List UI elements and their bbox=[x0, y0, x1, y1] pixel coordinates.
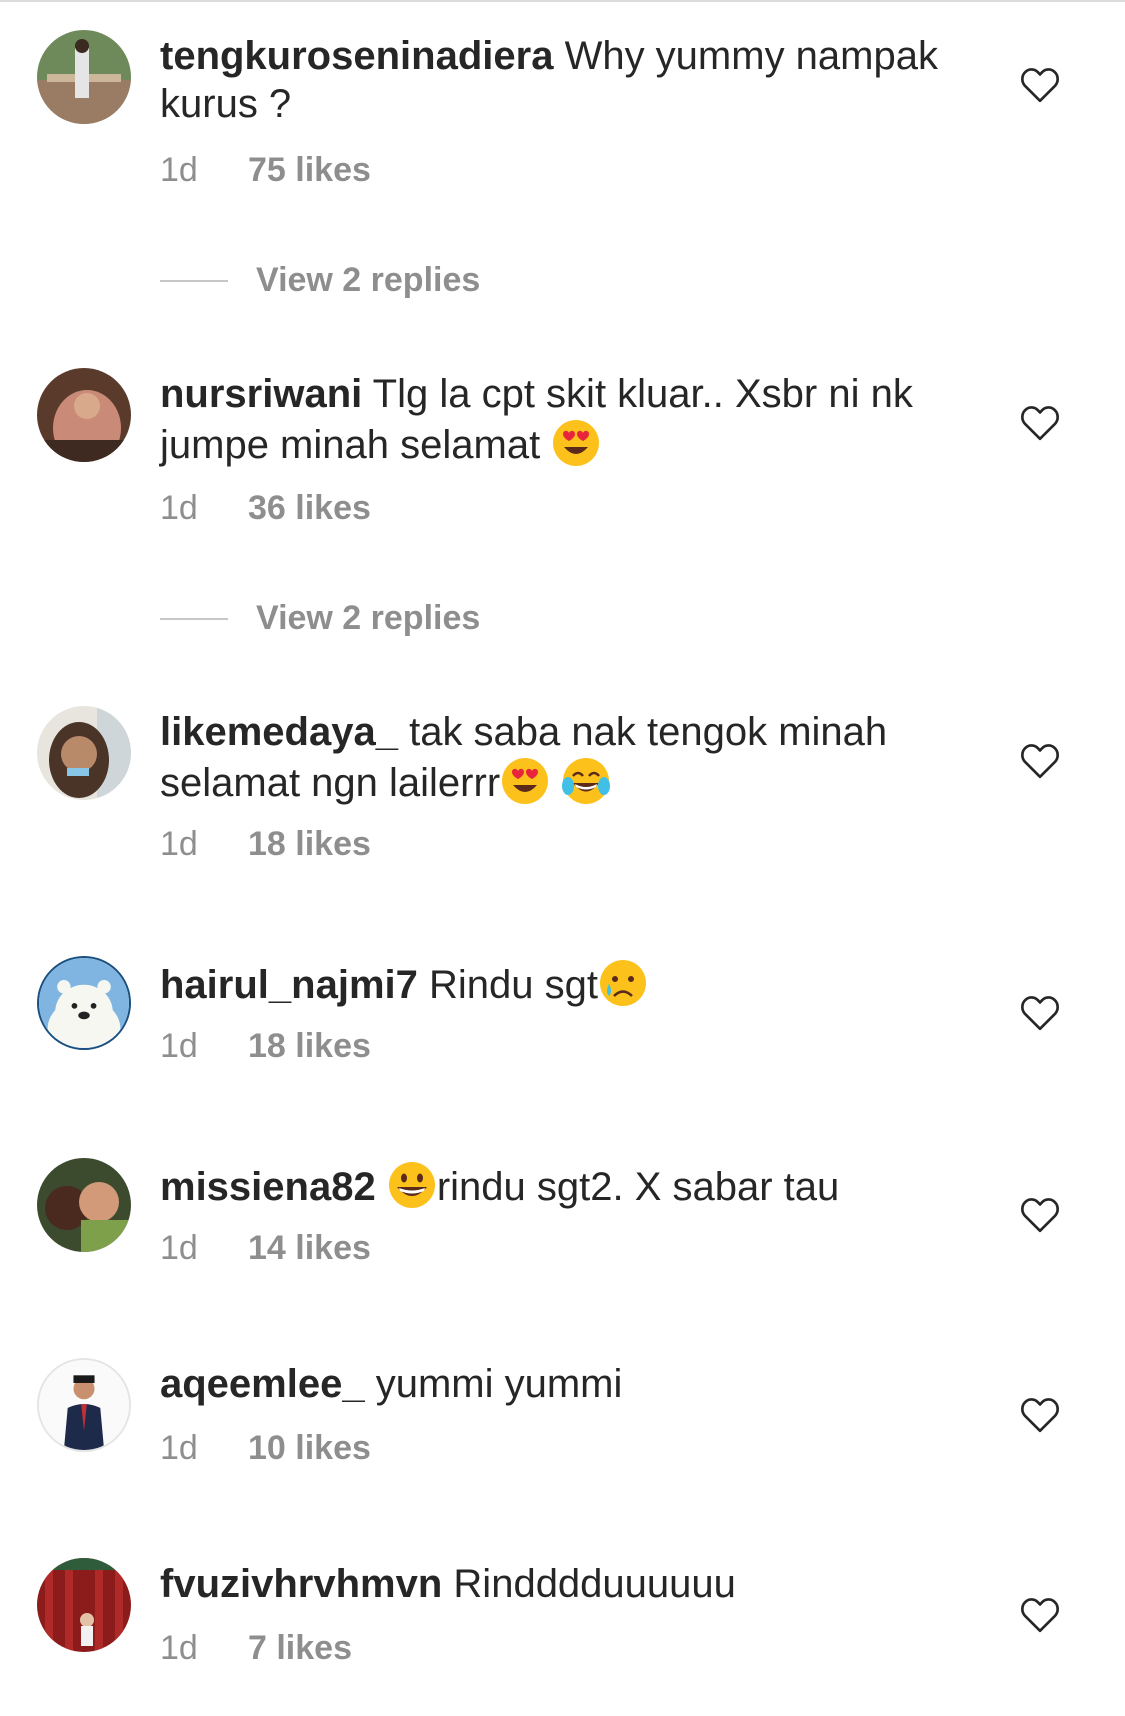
username[interactable]: likemedaya_ bbox=[160, 710, 398, 754]
view-replies-label[interactable]: View 2 replies bbox=[256, 260, 480, 300]
heart-outline-icon[interactable] bbox=[1020, 742, 1060, 780]
comment-text: fvuzivhrvhmvn Rindddduuuuuu bbox=[160, 1560, 950, 1608]
comment-text: tengkuroseninadiera Why yummy nampak kur… bbox=[160, 32, 950, 128]
timestamp: 1d bbox=[160, 1229, 198, 1267]
avatar[interactable] bbox=[37, 368, 131, 462]
heart-outline-icon[interactable] bbox=[1020, 66, 1060, 104]
grinning-face-emoji bbox=[387, 1160, 437, 1210]
comment-text: aqeemlee_ yummi yummi bbox=[160, 1360, 950, 1408]
comment-meta: 1d 18 likes bbox=[160, 1026, 371, 1066]
like-count[interactable]: 18 likes bbox=[248, 825, 371, 863]
comment-text: nursriwani Tlg la cpt skit kluar.. Xsbr … bbox=[160, 370, 950, 469]
username[interactable]: hairul_najmi7 bbox=[160, 963, 418, 1007]
avatar[interactable] bbox=[37, 1358, 131, 1452]
avatar[interactable] bbox=[37, 706, 131, 800]
comment-meta: 1d 75 likes bbox=[160, 150, 371, 190]
timestamp: 1d bbox=[160, 489, 198, 527]
top-divider bbox=[0, 0, 1125, 2]
tears-of-joy-emoji bbox=[561, 756, 611, 806]
avatar[interactable] bbox=[37, 1158, 131, 1252]
username[interactable]: tengkuroseninadiera bbox=[160, 34, 553, 78]
username[interactable]: missiena82 bbox=[160, 1165, 376, 1209]
heart-outline-icon[interactable] bbox=[1020, 404, 1060, 442]
view-replies-label[interactable]: View 2 replies bbox=[256, 598, 480, 638]
heart-outline-icon[interactable] bbox=[1020, 1596, 1060, 1634]
like-count[interactable]: 10 likes bbox=[248, 1429, 371, 1467]
comment-meta: 1d 18 likes bbox=[160, 824, 371, 864]
timestamp: 1d bbox=[160, 1629, 198, 1667]
comment-body: Rindddduuuuuu bbox=[453, 1562, 736, 1606]
comment-body: yummi yummi bbox=[375, 1362, 623, 1406]
comment-body: Rindu sgt bbox=[429, 963, 598, 1007]
like-count[interactable]: 18 likes bbox=[248, 1027, 371, 1065]
avatar[interactable] bbox=[37, 956, 131, 1050]
timestamp: 1d bbox=[160, 825, 198, 863]
heart-eyes-emoji bbox=[551, 418, 601, 468]
heart-eyes-emoji bbox=[500, 756, 550, 806]
avatar[interactable] bbox=[37, 30, 131, 124]
comment-meta: 1d 7 likes bbox=[160, 1628, 352, 1668]
comment-body: rindu sgt2. X sabar tau bbox=[436, 1165, 840, 1209]
like-count[interactable]: 7 likes bbox=[248, 1629, 352, 1667]
replies-divider bbox=[160, 280, 228, 282]
like-count[interactable]: 14 likes bbox=[248, 1229, 371, 1267]
comment-text: hairul_najmi7 Rindu sgt bbox=[160, 958, 950, 1009]
replies-divider bbox=[160, 618, 228, 620]
comment-meta: 1d 10 likes bbox=[160, 1428, 371, 1468]
heart-outline-icon[interactable] bbox=[1020, 994, 1060, 1032]
username[interactable]: nursriwani bbox=[160, 372, 362, 416]
comment-meta: 1d 14 likes bbox=[160, 1228, 371, 1268]
timestamp: 1d bbox=[160, 1429, 198, 1467]
avatar[interactable] bbox=[37, 1558, 131, 1652]
username[interactable]: fvuzivhrvhmvn bbox=[160, 1562, 442, 1606]
username[interactable]: aqeemlee_ bbox=[160, 1362, 365, 1406]
comment-text: likemedaya_ tak saba nak tengok minah se… bbox=[160, 708, 950, 807]
like-count[interactable]: 36 likes bbox=[248, 489, 371, 527]
comment-text: missiena82 rindu sgt2. X sabar tau bbox=[160, 1160, 950, 1211]
heart-outline-icon[interactable] bbox=[1020, 1196, 1060, 1234]
timestamp: 1d bbox=[160, 1027, 198, 1065]
heart-outline-icon[interactable] bbox=[1020, 1396, 1060, 1434]
crying-face-emoji bbox=[598, 958, 648, 1008]
comment-meta: 1d 36 likes bbox=[160, 488, 371, 528]
like-count[interactable]: 75 likes bbox=[248, 151, 371, 189]
timestamp: 1d bbox=[160, 151, 198, 189]
